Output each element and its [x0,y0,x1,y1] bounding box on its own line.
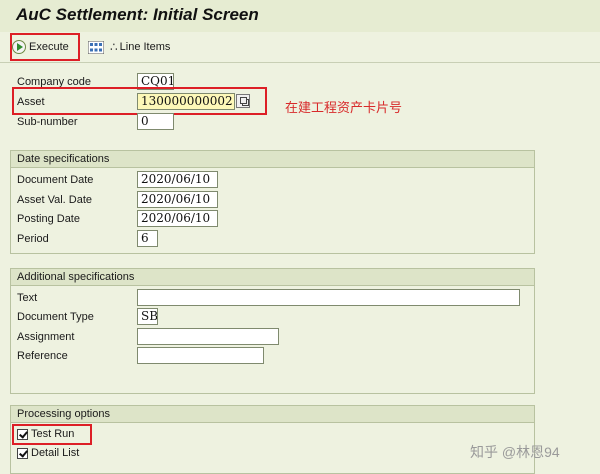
posting-date-label: Posting Date [17,213,80,225]
execute-icon [12,40,26,54]
document-date-input[interactable]: 2020/06/10 [137,171,218,188]
posting-date-input[interactable]: 2020/06/10 [137,210,218,227]
page-title: AuC Settlement: Initial Screen [16,5,259,24]
detail-list-label: Detail List [31,447,80,459]
selection-grid-button[interactable] [88,32,104,62]
sub-number-input[interactable]: 0 [137,113,174,130]
text-label: Text [17,292,38,304]
assignment-label: Assignment [17,331,75,343]
asset-input[interactable]: 130000000002 [137,93,235,110]
document-date-label: Document Date [17,174,94,186]
processing-options-group: Processing options [10,405,535,474]
line-items-button[interactable]: ∴ Line Items [110,32,170,62]
assignment-input[interactable] [137,328,279,345]
grid-icon [88,40,104,54]
document-type-label: Document Type [17,311,94,323]
date-specifications-title: Date specifications [11,151,534,168]
period-label: Period [17,233,49,245]
document-type-input[interactable]: SB [137,308,158,325]
execute-button[interactable]: Execute [12,32,69,62]
additional-specifications-title: Additional specifications [11,269,534,286]
test-run-label: Test Run [31,428,75,440]
execute-label: Execute [29,41,69,53]
company-code-label: Company code [17,76,91,88]
sub-number-label: Sub-number [17,116,78,128]
reference-input[interactable] [137,347,264,364]
text-input[interactable] [137,289,520,306]
detail-list-checkbox[interactable] [17,448,28,459]
asset-label: Asset [17,96,45,108]
application-toolbar: Execute ∴ Line Items [0,32,600,63]
title-bar: AuC Settlement: Initial Screen [0,0,600,32]
company-code-input[interactable]: CQ01 [137,73,174,90]
test-run-checkbox[interactable] [17,429,28,440]
period-input[interactable]: 6 [137,230,158,247]
search-help-button[interactable] [236,94,250,108]
glasses-icon: ∴ [110,40,118,54]
asset-val-date-label: Asset Val. Date [17,194,92,206]
reference-label: Reference [17,350,68,362]
watermark: 知乎 @林恩94 [470,444,560,460]
line-items-label: Line Items [119,41,171,53]
asset-val-date-input[interactable]: 2020/06/10 [137,191,218,208]
asset-annotation: 在建工程资产卡片号 [285,100,403,115]
processing-options-title: Processing options [11,406,534,423]
